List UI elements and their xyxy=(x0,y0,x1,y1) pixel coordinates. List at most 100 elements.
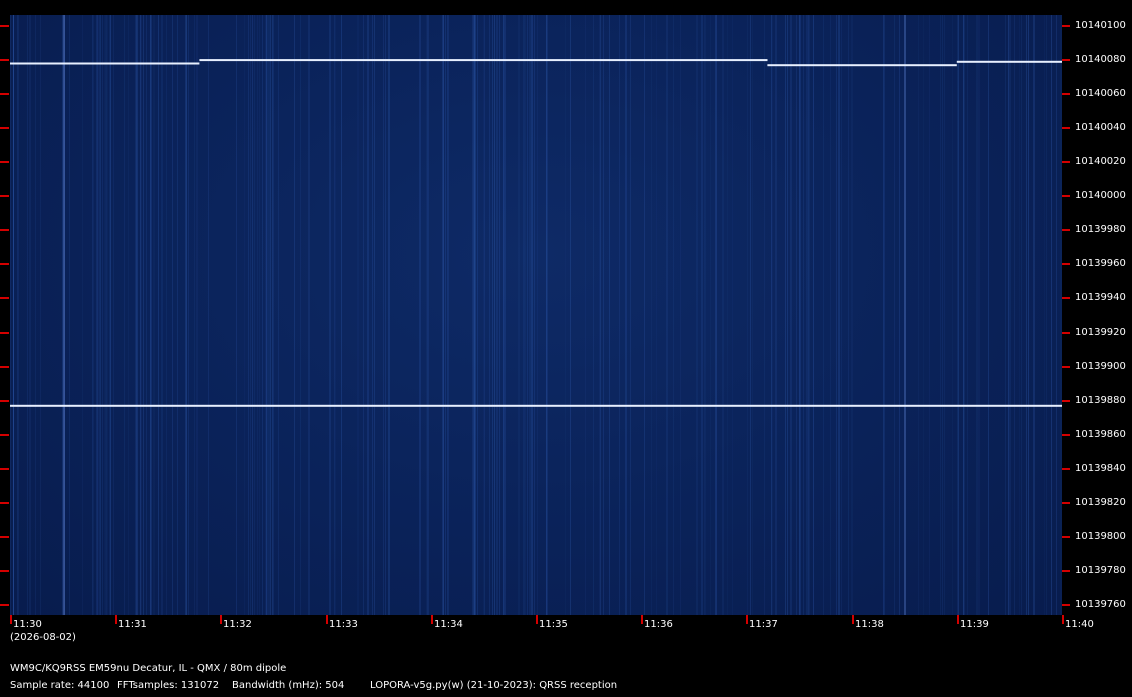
noise-streak xyxy=(363,15,364,615)
noise-streak xyxy=(278,15,279,615)
noise-streak xyxy=(166,15,167,615)
noise-streak xyxy=(1044,15,1045,615)
noise-streak xyxy=(499,15,500,615)
noise-streak xyxy=(367,15,369,615)
spectrogram-canvas xyxy=(10,15,1062,615)
noise-streak xyxy=(236,15,237,615)
noise-streak xyxy=(150,15,151,615)
noise-streak xyxy=(357,15,359,615)
signal-segment xyxy=(199,59,768,62)
noise-streak xyxy=(1056,15,1057,615)
noise-streak xyxy=(673,15,674,615)
noise-streak xyxy=(257,15,258,615)
noise-streak xyxy=(523,15,525,615)
y-tick-label: 10139860 xyxy=(1075,428,1126,440)
y-tick-right xyxy=(1062,161,1070,163)
y-tick-left xyxy=(0,366,9,368)
interference-line xyxy=(904,15,906,615)
x-tick-label: 11:30 xyxy=(13,619,42,630)
y-tick-label: 10139780 xyxy=(1075,564,1126,576)
noise-streak xyxy=(143,15,144,615)
x-tick-label: 11:32 xyxy=(223,619,252,630)
y-tick-left xyxy=(0,570,9,572)
noise-streak xyxy=(680,15,681,615)
y-tick-label: 10139880 xyxy=(1075,394,1126,406)
noise-streak xyxy=(194,15,195,615)
noise-streak xyxy=(764,15,765,615)
noise-streak xyxy=(1046,15,1047,615)
y-tick-right xyxy=(1062,570,1070,572)
noise-streak xyxy=(929,15,930,615)
noise-streak xyxy=(747,15,748,615)
noise-streak xyxy=(609,15,610,615)
x-tick-label: 11:35 xyxy=(539,619,568,630)
noise-streak xyxy=(300,15,301,615)
noise-streak xyxy=(803,15,804,615)
noise-streak xyxy=(785,15,786,615)
noise-streak xyxy=(494,15,495,615)
y-tick-right xyxy=(1062,400,1070,402)
noise-streak xyxy=(334,15,335,615)
noise-streak xyxy=(532,15,533,615)
noise-streak xyxy=(472,15,473,615)
y-tick-left xyxy=(0,59,9,61)
noise-streak xyxy=(666,15,668,615)
noise-streak xyxy=(308,15,310,615)
noise-streak xyxy=(836,15,837,615)
y-tick-right xyxy=(1062,297,1070,299)
y-tick-label: 10139840 xyxy=(1075,462,1126,474)
y-tick-label: 10139900 xyxy=(1075,360,1126,372)
noise-streak xyxy=(958,15,959,615)
noise-streak xyxy=(426,15,427,615)
noise-streak xyxy=(715,15,716,615)
y-tick-right xyxy=(1062,468,1070,470)
signal-segment xyxy=(10,62,200,65)
noise-streak xyxy=(1014,15,1015,615)
noise-streak xyxy=(787,15,788,615)
noise-streak xyxy=(505,15,506,615)
noise-streak xyxy=(944,15,945,615)
noise-streak xyxy=(800,15,801,615)
noise-streak xyxy=(252,15,253,615)
y-tick-label: 10139940 xyxy=(1075,292,1126,304)
noise-streak xyxy=(250,15,251,615)
noise-streak xyxy=(489,15,490,615)
noise-streak xyxy=(268,15,270,615)
y-tick-left xyxy=(0,263,9,265)
x-tick xyxy=(852,615,854,624)
noise-streak xyxy=(136,15,137,615)
noise-streak xyxy=(442,15,443,615)
noise-streak xyxy=(109,15,110,615)
noise-streak xyxy=(158,15,159,615)
noise-streak xyxy=(153,15,155,615)
noise-streak xyxy=(196,15,198,615)
noise-streak xyxy=(710,15,711,615)
noise-streak xyxy=(772,15,773,615)
x-tick-label: 11:38 xyxy=(855,619,884,630)
noise-streak xyxy=(113,15,114,615)
x-tick xyxy=(220,615,222,624)
noise-streak xyxy=(600,15,601,615)
x-tick xyxy=(746,615,748,624)
noise-streak xyxy=(752,15,753,615)
noise-streak xyxy=(272,15,273,615)
noise-streak xyxy=(262,15,263,615)
noise-streak xyxy=(244,15,245,615)
noise-streak xyxy=(100,15,101,615)
noise-streak xyxy=(503,15,504,615)
noise-streak xyxy=(923,15,924,615)
signal-segment xyxy=(956,60,1062,63)
noise-streak xyxy=(696,15,698,615)
x-tick-label: 11:33 xyxy=(329,619,358,630)
noise-streak xyxy=(651,15,652,615)
noise-streak xyxy=(102,15,103,615)
noise-streak xyxy=(940,15,941,615)
y-tick-left xyxy=(0,332,9,334)
noise-streak xyxy=(537,15,538,615)
noise-streak xyxy=(988,15,989,615)
noise-streak xyxy=(10,15,11,615)
y-tick-right xyxy=(1062,127,1070,129)
fft-samples: FFTsamples: 131072 xyxy=(117,680,220,691)
noise-streak xyxy=(644,15,645,615)
noise-streak xyxy=(603,15,604,615)
